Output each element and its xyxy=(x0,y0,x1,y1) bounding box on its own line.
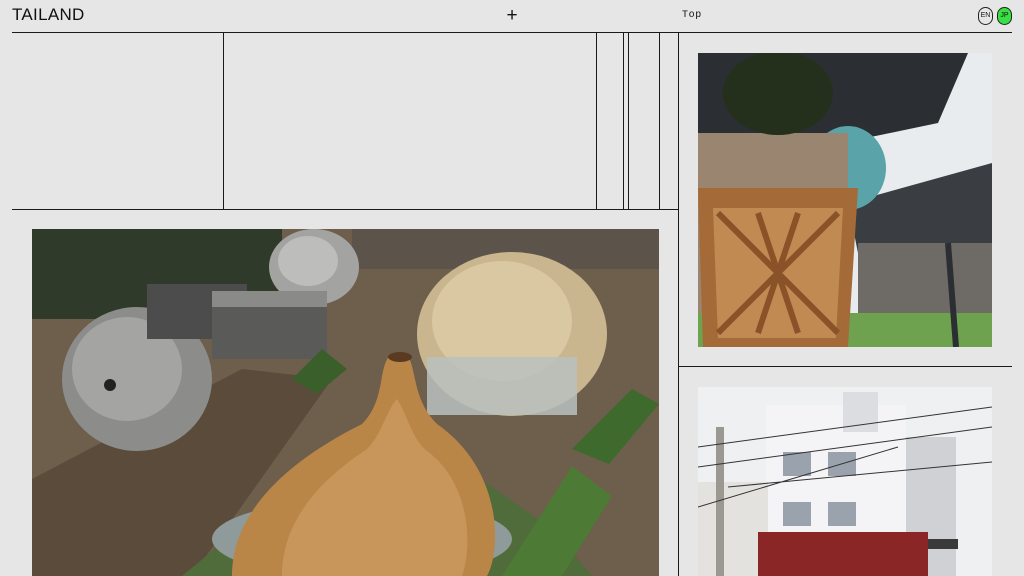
grid-line-1 xyxy=(223,32,224,209)
top-right-photo-illustration xyxy=(698,53,992,347)
grid-line-3 xyxy=(623,32,624,209)
bottom-right-photo[interactable] xyxy=(698,387,992,576)
top-right-photo[interactable] xyxy=(698,53,992,347)
bottom-right-photo-illustration xyxy=(698,387,992,576)
lang-en-button[interactable]: EN xyxy=(978,7,993,25)
left-row-divider xyxy=(12,209,679,210)
main-photo[interactable] xyxy=(32,229,659,576)
main-photo-illustration xyxy=(32,229,659,576)
column-divider xyxy=(678,32,679,576)
grid-line-5 xyxy=(659,32,660,209)
nav-link-top[interactable]: Top xyxy=(682,10,702,21)
grid-line-4 xyxy=(628,32,629,209)
grid-line-2 xyxy=(596,32,597,209)
lang-jp-button[interactable]: JP xyxy=(997,7,1012,25)
header-divider xyxy=(12,32,1012,33)
site-logo[interactable]: TAILAND xyxy=(12,5,85,25)
right-row-divider xyxy=(679,366,1012,367)
plus-icon[interactable]: + xyxy=(504,6,520,26)
